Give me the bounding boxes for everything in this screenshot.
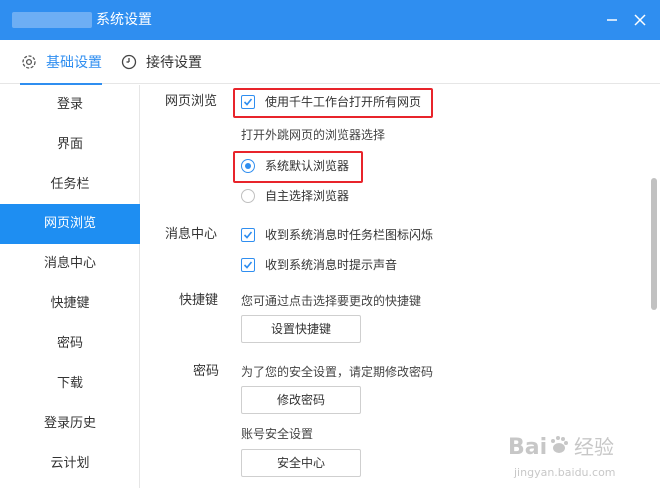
security-center-button[interactable]: 安全中心 (241, 449, 361, 477)
set-shortcuts-button[interactable]: 设置快捷键 (241, 315, 361, 343)
sidebar-item-password[interactable]: 密码 (0, 324, 140, 364)
sidebar-item-message-center[interactable]: 消息中心 (0, 244, 140, 284)
watermark-url: jingyan.baidu.com (513, 466, 616, 479)
taskbar-flash-label: 收到系统消息时任务栏图标闪烁 (265, 228, 434, 242)
clock-icon (120, 53, 138, 71)
sidebar-item-login-history[interactable]: 登录历史 (0, 404, 140, 444)
tab-reception-settings[interactable]: 接待设置 (120, 40, 202, 84)
change-password-button[interactable]: 修改密码 (241, 386, 361, 414)
highlight-box-open-all (233, 88, 433, 118)
watermark-suffix: 经验 (574, 435, 614, 459)
tab-basic-label: 基础设置 (46, 55, 102, 71)
gear-icon (20, 53, 38, 71)
account-security-label: 账号安全设置 (241, 427, 314, 441)
section-label-message-center: 消息中心 (165, 227, 218, 242)
sidebar-item-web-browsing[interactable]: 网页浏览 (0, 204, 140, 244)
checkmark-icon (243, 231, 253, 239)
shortcuts-description: 您可通过点击选择要更改的快捷键 (241, 294, 422, 308)
tab-basic-settings[interactable]: 基础设置 (20, 40, 102, 85)
radio-custom-browser[interactable] (241, 189, 255, 203)
scrollbar-thumb[interactable] (651, 178, 657, 310)
sidebar: 登录 界面 任务栏 网页浏览 消息中心 快捷键 密码 下载 登录历史 云计划 (0, 85, 140, 488)
sound-alert-checkbox[interactable] (241, 258, 255, 272)
section-label-web-browsing: 网页浏览 (165, 94, 218, 109)
sidebar-item-taskbar[interactable]: 任务栏 (0, 165, 140, 205)
blurred-username (12, 12, 92, 28)
section-label-password: 密码 (193, 364, 220, 379)
sidebar-item-download[interactable]: 下载 (0, 364, 140, 404)
sidebar-item-login[interactable]: 登录 (0, 85, 140, 125)
watermark-main: Bai (508, 435, 547, 460)
title-bar: 系统设置 (0, 0, 660, 40)
taskbar-flash-checkbox[interactable] (241, 228, 255, 242)
sidebar-item-shortcuts[interactable]: 快捷键 (0, 284, 140, 324)
custom-browser-label: 自主选择浏览器 (265, 189, 350, 203)
checkmark-icon (243, 261, 253, 269)
close-button[interactable] (628, 8, 652, 32)
browser-choice-label: 打开外跳网页的浏览器选择 (241, 128, 386, 142)
sound-alert-label: 收到系统消息时提示声音 (265, 258, 398, 272)
highlight-box-default-browser (233, 151, 363, 183)
minimize-icon (607, 19, 617, 21)
settings-tabs: 基础设置 接待设置 (0, 40, 660, 85)
minimize-button[interactable] (600, 8, 624, 32)
section-label-shortcuts: 快捷键 (179, 293, 219, 308)
sidebar-item-cloud-plan[interactable]: 云计划 (0, 444, 140, 484)
settings-panel: 网页浏览 使用千牛工作台打开所有网页 打开外跳网页的浏览器选择 系统默认浏览器 … (141, 85, 660, 488)
baidu-watermark: Bai 经验 jingyan.baidu.com (508, 430, 648, 482)
window-title: 系统设置 (96, 12, 152, 28)
sidebar-item-interface[interactable]: 界面 (0, 125, 140, 165)
close-icon (634, 14, 646, 26)
tab-reception-label: 接待设置 (146, 55, 202, 71)
password-description: 为了您的安全设置，请定期修改密码 (241, 365, 434, 379)
